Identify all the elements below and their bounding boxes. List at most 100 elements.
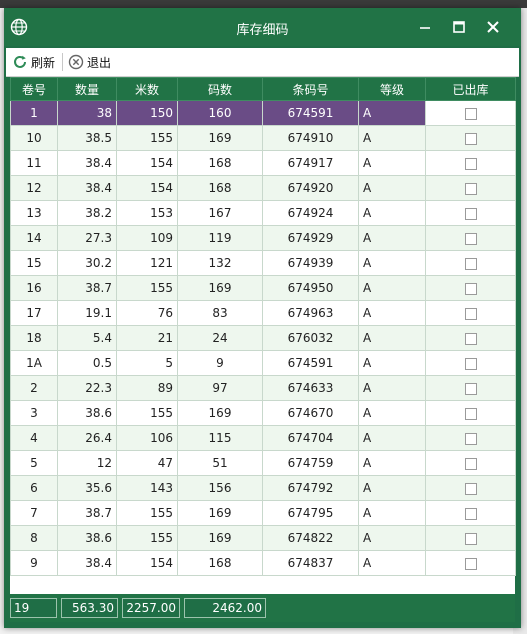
cell-yards[interactable]: 169: [177, 400, 263, 426]
cell-meters[interactable]: 47: [116, 450, 178, 476]
shipped-checkbox[interactable]: [464, 157, 477, 170]
stock-grid[interactable]: 卷号 数量 米数 码数 条码号 等级 已出库 1 38 150 160 674591 A 1…: [10, 77, 516, 621]
cell-roll[interactable]: 6: [10, 475, 58, 501]
cell-grade[interactable]: A: [358, 175, 426, 201]
cell-quantity[interactable]: 27.3: [57, 225, 117, 251]
cell-barcode[interactable]: 674917: [262, 150, 359, 176]
cell-barcode[interactable]: 674837: [262, 550, 359, 576]
cell-grade[interactable]: A: [358, 150, 426, 176]
cell-yards[interactable]: 9: [177, 350, 263, 376]
cell-yards[interactable]: 169: [177, 125, 263, 151]
cell-quantity[interactable]: 0.5: [57, 350, 117, 376]
column-header-barcode[interactable]: 条码号: [262, 77, 359, 101]
cell-roll[interactable]: 16: [10, 275, 58, 301]
cell-barcode[interactable]: 674670: [262, 400, 359, 426]
cell-meters[interactable]: 109: [116, 225, 178, 251]
cell-meters[interactable]: 89: [116, 375, 178, 401]
close-button[interactable]: [476, 14, 510, 40]
shipped-checkbox[interactable]: [464, 132, 477, 145]
cell-grade[interactable]: A: [358, 500, 426, 526]
table-row[interactable]: 3 38.6 155 169 674670 A: [10, 400, 516, 426]
cell-meters[interactable]: 155: [116, 500, 178, 526]
cell-shipped[interactable]: [425, 275, 516, 301]
cell-yards[interactable]: 24: [177, 325, 263, 351]
shipped-checkbox[interactable]: [464, 382, 477, 395]
cell-grade[interactable]: A: [358, 375, 426, 401]
title-bar[interactable]: 库存细码: [4, 8, 521, 46]
cell-barcode[interactable]: 674795: [262, 500, 359, 526]
cell-meters[interactable]: 155: [116, 525, 178, 551]
cell-grade[interactable]: A: [358, 350, 426, 376]
cell-quantity[interactable]: 12: [57, 450, 117, 476]
cell-shipped[interactable]: [425, 225, 516, 251]
shipped-checkbox[interactable]: [464, 532, 477, 545]
cell-roll[interactable]: 11: [10, 150, 58, 176]
cell-roll[interactable]: 12: [10, 175, 58, 201]
column-header-roll[interactable]: 卷号: [10, 77, 58, 101]
cell-roll[interactable]: 1A: [10, 350, 58, 376]
cell-grade[interactable]: A: [358, 300, 426, 326]
refresh-button[interactable]: 刷新: [12, 51, 55, 73]
column-header-meters[interactable]: 米数: [116, 77, 178, 101]
cell-quantity[interactable]: 38.2: [57, 200, 117, 226]
minimize-button[interactable]: [408, 14, 442, 40]
cell-quantity[interactable]: 30.2: [57, 250, 117, 276]
shipped-checkbox[interactable]: [464, 482, 477, 495]
cell-yards[interactable]: 83: [177, 300, 263, 326]
cell-grade[interactable]: A: [358, 450, 426, 476]
cell-shipped[interactable]: [425, 400, 516, 426]
cell-barcode[interactable]: 674704: [262, 425, 359, 451]
cell-grade[interactable]: A: [358, 125, 426, 151]
cell-yards[interactable]: 160: [177, 100, 263, 126]
cell-shipped[interactable]: [425, 175, 516, 201]
shipped-checkbox[interactable]: [464, 432, 477, 445]
cell-shipped[interactable]: [425, 150, 516, 176]
table-row[interactable]: 5 12 47 51 674759 A: [10, 450, 516, 476]
cell-quantity[interactable]: 38.4: [57, 550, 117, 576]
cell-roll[interactable]: 5: [10, 450, 58, 476]
cell-quantity[interactable]: 38.7: [57, 275, 117, 301]
cell-yards[interactable]: 51: [177, 450, 263, 476]
table-row[interactable]: 8 38.6 155 169 674822 A: [10, 525, 516, 551]
cell-meters[interactable]: 5: [116, 350, 178, 376]
cell-yards[interactable]: 168: [177, 175, 263, 201]
cell-yards[interactable]: 97: [177, 375, 263, 401]
cell-quantity[interactable]: 38.5: [57, 125, 117, 151]
cell-barcode[interactable]: 674591: [262, 100, 359, 126]
table-row[interactable]: 18 5.4 21 24 676032 A: [10, 325, 516, 351]
cell-shipped[interactable]: [425, 325, 516, 351]
table-row[interactable]: 7 38.7 155 169 674795 A: [10, 500, 516, 526]
cell-roll[interactable]: 17: [10, 300, 58, 326]
table-row[interactable]: 12 38.4 154 168 674920 A: [10, 175, 516, 201]
cell-meters[interactable]: 121: [116, 250, 178, 276]
cell-roll[interactable]: 13: [10, 200, 58, 226]
cell-quantity[interactable]: 38.4: [57, 175, 117, 201]
cell-barcode[interactable]: 674633: [262, 375, 359, 401]
cell-shipped[interactable]: [425, 375, 516, 401]
shipped-checkbox[interactable]: [464, 282, 477, 295]
cell-roll[interactable]: 14: [10, 225, 58, 251]
cell-barcode[interactable]: 674963: [262, 300, 359, 326]
cell-meters[interactable]: 155: [116, 275, 178, 301]
cell-shipped[interactable]: [425, 425, 516, 451]
cell-roll[interactable]: 1: [10, 100, 58, 126]
cell-meters[interactable]: 143: [116, 475, 178, 501]
shipped-checkbox[interactable]: [464, 407, 477, 420]
cell-barcode[interactable]: 674920: [262, 175, 359, 201]
cell-grade[interactable]: A: [358, 550, 426, 576]
cell-grade[interactable]: A: [358, 400, 426, 426]
cell-quantity[interactable]: 38.6: [57, 400, 117, 426]
cell-meters[interactable]: 155: [116, 400, 178, 426]
cell-quantity[interactable]: 38.6: [57, 525, 117, 551]
cell-quantity[interactable]: 5.4: [57, 325, 117, 351]
table-row[interactable]: 1 38 150 160 674591 A: [10, 100, 516, 126]
table-row[interactable]: 4 26.4 106 115 674704 A: [10, 425, 516, 451]
cell-yards[interactable]: 156: [177, 475, 263, 501]
cell-roll[interactable]: 8: [10, 525, 58, 551]
table-row[interactable]: 2 22.3 89 97 674633 A: [10, 375, 516, 401]
cell-shipped[interactable]: [425, 550, 516, 576]
cell-meters[interactable]: 155: [116, 125, 178, 151]
cell-yards[interactable]: 115: [177, 425, 263, 451]
shipped-checkbox[interactable]: [464, 457, 477, 470]
cell-roll[interactable]: 9: [10, 550, 58, 576]
